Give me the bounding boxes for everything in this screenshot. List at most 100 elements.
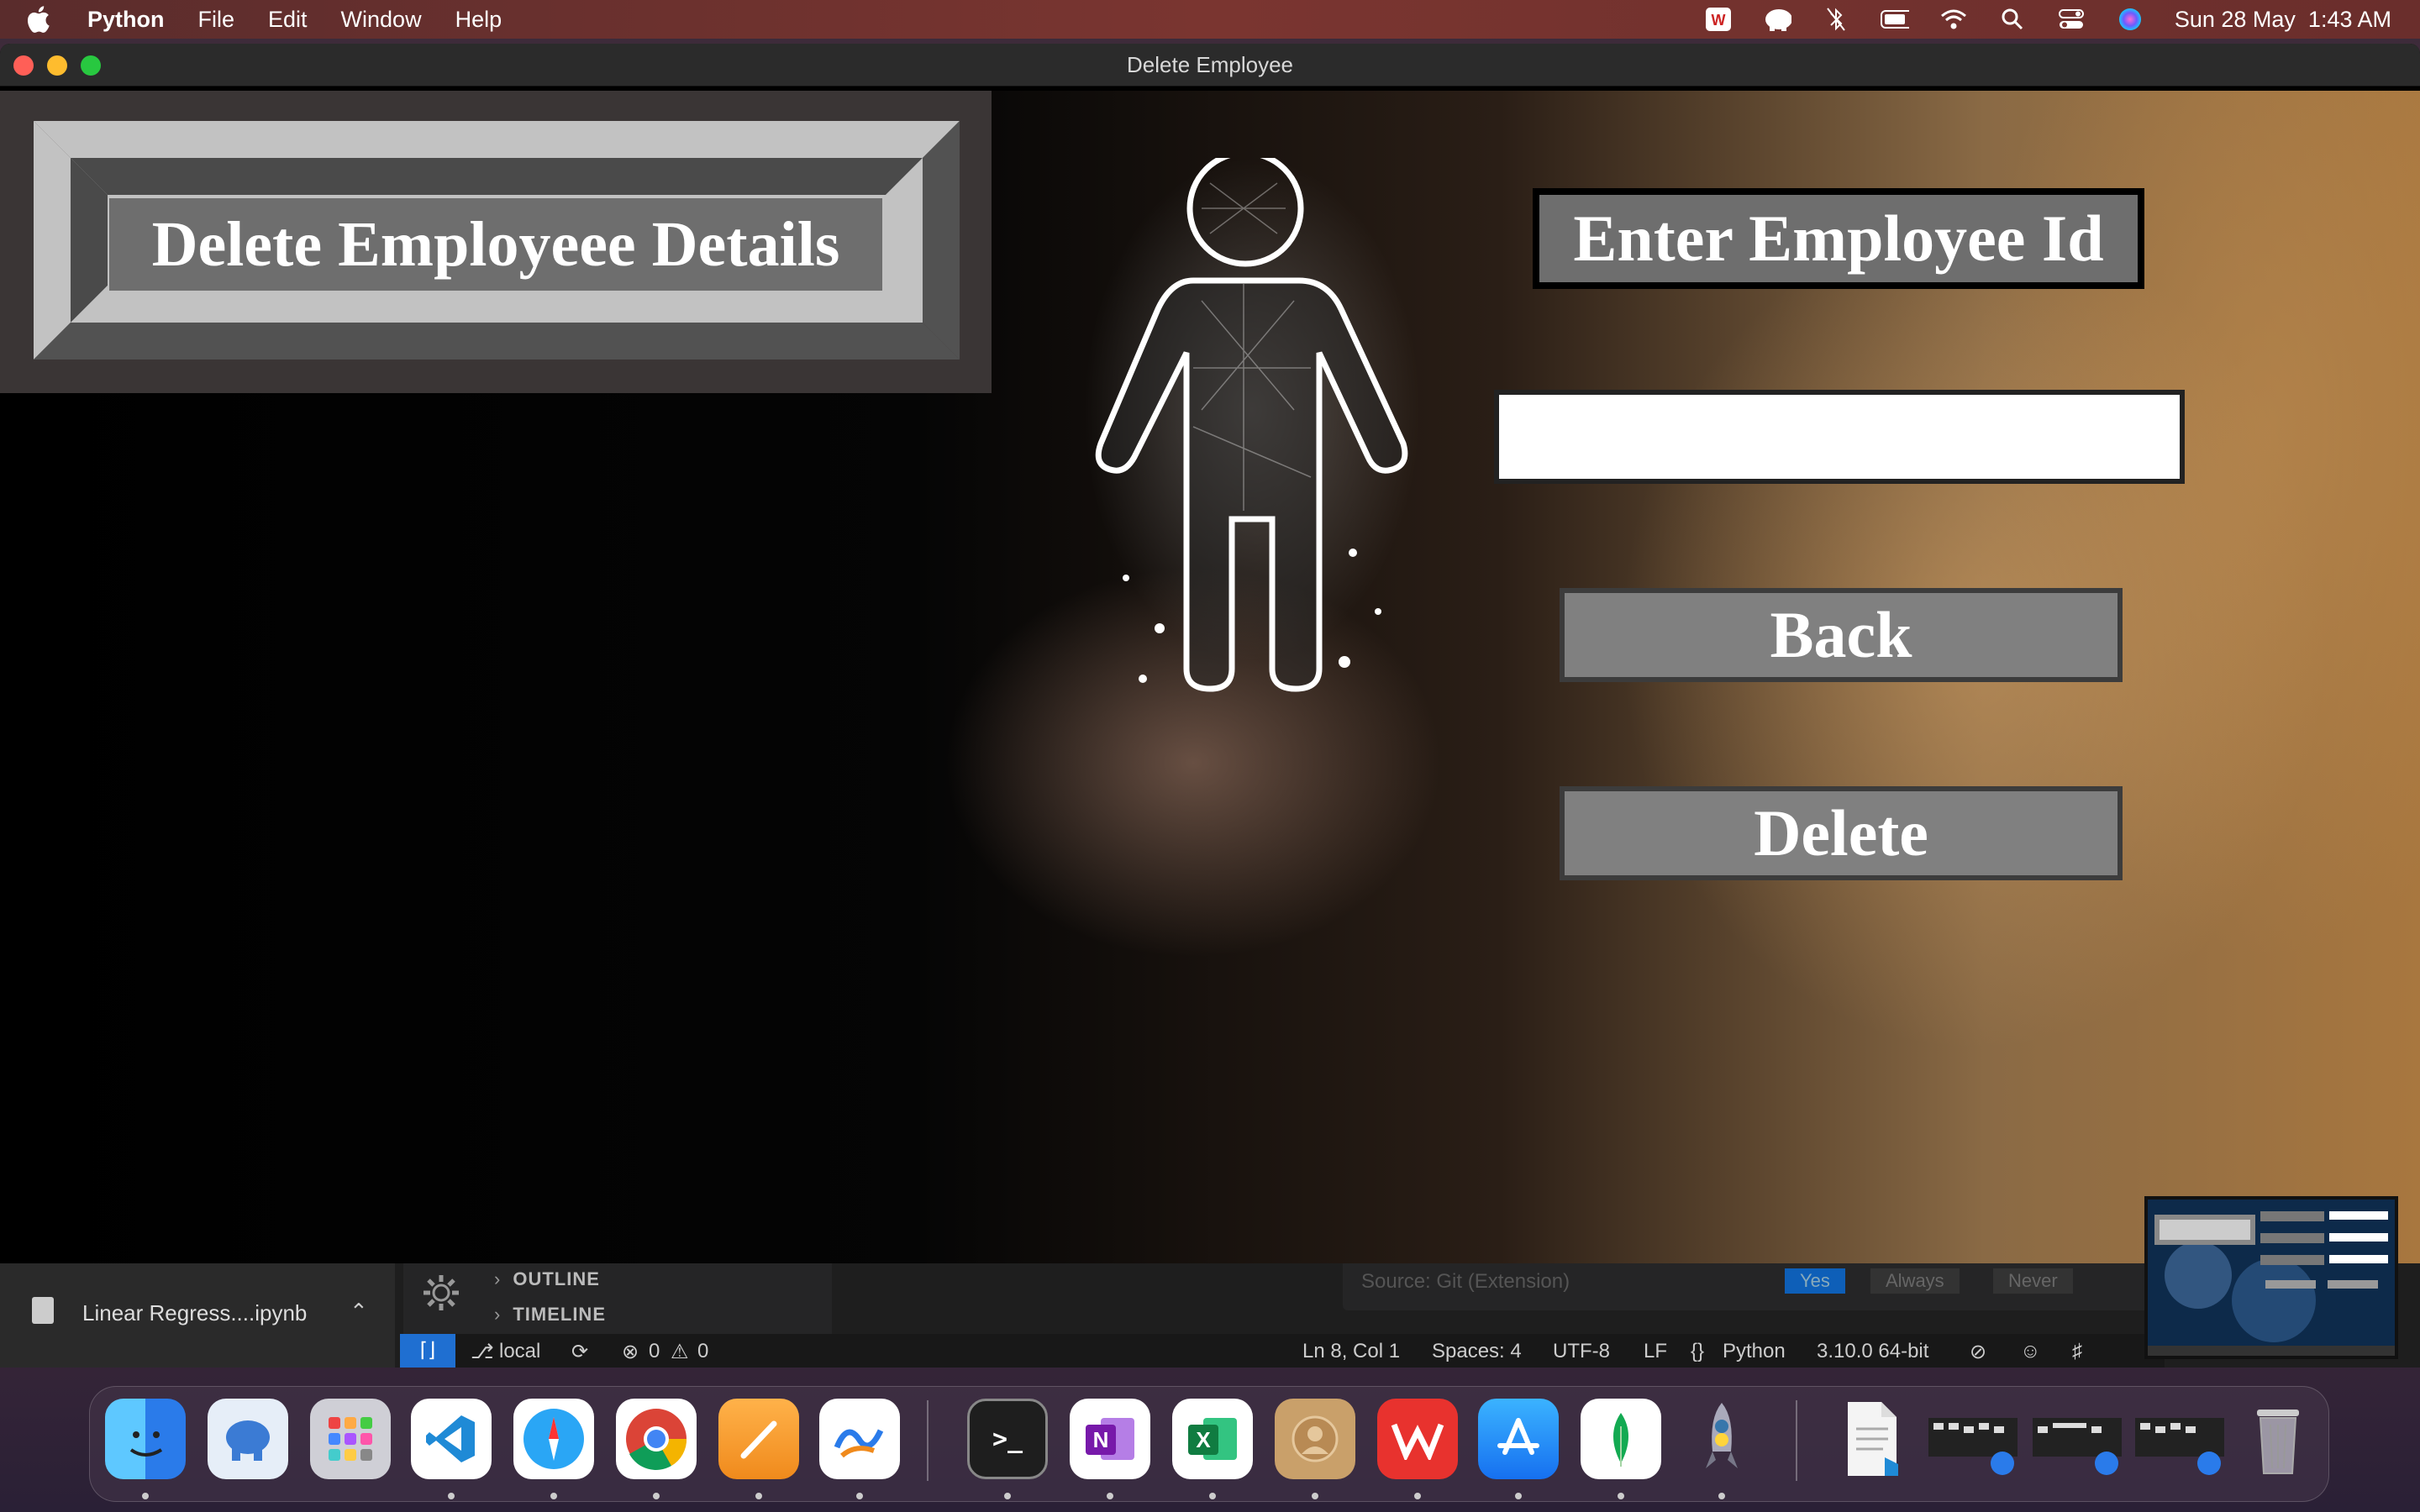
contacts-icon[interactable] xyxy=(1275,1399,1355,1479)
indent-spaces[interactable]: Spaces: 4 xyxy=(1432,1340,1522,1363)
window-preview-thumbnail[interactable] xyxy=(2144,1196,2398,1359)
running-indicator xyxy=(856,1493,863,1499)
svg-text:N: N xyxy=(1093,1427,1109,1452)
running-indicator xyxy=(448,1493,455,1499)
onenote-icon[interactable]: N xyxy=(1070,1399,1150,1479)
branch-icon[interactable]: ⎇ xyxy=(471,1340,494,1364)
zoom-window-button[interactable] xyxy=(81,55,101,76)
python-launcher-icon[interactable] xyxy=(1681,1399,1762,1479)
freeform-icon[interactable] xyxy=(819,1399,900,1479)
language-mode[interactable]: Python xyxy=(1723,1340,1786,1363)
window-titlebar: Delete Employee xyxy=(0,44,2420,87)
launchpad-icon[interactable] xyxy=(310,1399,391,1479)
braces-icon: {} xyxy=(1691,1340,1705,1362)
excel-icon[interactable]: X xyxy=(1172,1399,1253,1479)
copilot-off-icon[interactable]: ⊘ xyxy=(1970,1340,1986,1364)
menu-file[interactable]: File xyxy=(198,7,235,33)
close-window-button[interactable] xyxy=(13,55,34,76)
file-icon xyxy=(32,1297,54,1324)
menu-edit[interactable]: Edit xyxy=(268,7,308,33)
window-thumb-3[interactable] xyxy=(2133,1399,2226,1479)
error-icon[interactable]: ⊗ xyxy=(622,1340,639,1364)
file-encoding[interactable]: UTF-8 xyxy=(1553,1340,1610,1363)
notifications-bell-icon[interactable]: ♯ xyxy=(2072,1340,2082,1363)
running-indicator xyxy=(755,1493,762,1499)
dock-separator xyxy=(1796,1400,1797,1481)
remote-indicator-icon[interactable]: ⌈⌋ xyxy=(400,1334,455,1368)
employee-id-input[interactable] xyxy=(1494,390,2185,484)
finder-icon[interactable] xyxy=(105,1399,186,1479)
page-title: Delete Employeee Details xyxy=(109,198,882,291)
dock-separator xyxy=(927,1400,929,1481)
back-button[interactable]: Back xyxy=(1560,588,2123,682)
vscode-background-window: Linear Regress....ipynb ⌃ › OUTLINE › TIME… xyxy=(0,1263,2420,1368)
status-bar: ⌈⌋ ⎇ local ⟳ ⊗ 0 ⚠ 0 Ln 8, Col 1 Spaces:… xyxy=(400,1334,2165,1368)
feedback-icon[interactable]: ☺ xyxy=(2020,1340,2041,1363)
chrome-icon[interactable] xyxy=(616,1399,697,1479)
cursor-position[interactable]: Ln 8, Col 1 xyxy=(1302,1340,1400,1363)
notification-yes-button[interactable]: Yes xyxy=(1785,1268,1845,1294)
branch-name[interactable]: local xyxy=(499,1340,540,1363)
running-indicator xyxy=(550,1493,557,1499)
window-title: Delete Employee xyxy=(1127,52,1293,77)
warning-count[interactable]: 0 xyxy=(697,1340,708,1363)
running-indicator xyxy=(1618,1493,1624,1499)
notification-always-button[interactable]: Always xyxy=(1870,1268,1960,1294)
timeline-section[interactable]: › TIMELINE xyxy=(494,1304,606,1326)
running-indicator xyxy=(1718,1493,1725,1499)
notification-never-button[interactable]: Never xyxy=(1993,1268,2073,1294)
siri-icon[interactable] xyxy=(2116,7,2144,32)
header-panel: Delete Employeee Details xyxy=(0,91,992,393)
mongodb-icon[interactable] xyxy=(1581,1399,1661,1479)
wps-office-icon[interactable] xyxy=(1377,1399,1458,1479)
chevron-right-icon: › xyxy=(494,1304,502,1325)
bluetooth-off-icon[interactable] xyxy=(1822,7,1850,32)
person-figure-illustration xyxy=(1084,158,1420,692)
battery-icon[interactable] xyxy=(1880,7,1909,32)
svg-text:X: X xyxy=(1196,1427,1211,1452)
minimize-window-button[interactable] xyxy=(47,55,67,76)
chevron-up-icon[interactable]: ⌃ xyxy=(350,1299,368,1325)
menu-app-name[interactable]: Python xyxy=(87,7,165,33)
running-indicator xyxy=(1312,1493,1318,1499)
trash-icon[interactable] xyxy=(2238,1399,2318,1479)
menu-help[interactable]: Help xyxy=(455,7,502,33)
pages-icon[interactable] xyxy=(718,1399,799,1479)
wifi-icon[interactable] xyxy=(1939,7,1968,32)
app-store-icon[interactable] xyxy=(1478,1399,1559,1479)
explorer-panel: › OUTLINE › TIMELINE xyxy=(403,1263,832,1337)
outline-section[interactable]: › OUTLINE xyxy=(494,1268,600,1290)
tableplus-elephant-icon[interactable] xyxy=(1763,7,1791,32)
menubar-datetime[interactable]: Sun 28 May 1:43 AM xyxy=(2175,7,2391,33)
apple-icon[interactable] xyxy=(25,5,59,34)
window-thumb-2[interactable] xyxy=(2031,1399,2123,1479)
tableplus-icon[interactable] xyxy=(208,1399,288,1479)
safari-icon[interactable] xyxy=(513,1399,594,1479)
document-icon[interactable] xyxy=(1833,1399,1913,1479)
svg-text:W: W xyxy=(1711,12,1725,29)
warning-icon[interactable]: ⚠ xyxy=(671,1340,689,1364)
line-ending[interactable]: LF xyxy=(1644,1340,1667,1363)
terminal-icon[interactable]: >_ xyxy=(967,1399,1048,1479)
running-indicator xyxy=(653,1493,660,1499)
gear-icon[interactable] xyxy=(420,1272,462,1318)
form-canvas: Delete Employeee Details Enter Employee … xyxy=(0,91,2420,1263)
chevron-right-icon: › xyxy=(494,1268,502,1289)
python-interpreter[interactable]: 3.10.0 64-bit xyxy=(1817,1340,1928,1363)
running-indicator xyxy=(1107,1493,1113,1499)
dock: >_ N X xyxy=(89,1386,2329,1502)
employee-id-label: Enter Employee Id xyxy=(1533,188,2144,289)
control-center-icon[interactable] xyxy=(2057,7,2086,32)
window-thumb-1[interactable] xyxy=(1927,1399,2019,1479)
file-name: Linear Regress....ipynb xyxy=(82,1300,308,1326)
sync-icon[interactable]: ⟳ xyxy=(571,1340,588,1364)
running-indicator xyxy=(1004,1493,1011,1499)
menu-window[interactable]: Window xyxy=(341,7,422,33)
delete-button[interactable]: Delete xyxy=(1560,786,2123,880)
spotlight-search-icon[interactable] xyxy=(1998,7,2027,32)
download-file-item[interactable]: Linear Regress....ipynb ⌃ xyxy=(0,1263,395,1368)
vscode-icon[interactable] xyxy=(411,1399,492,1479)
git-notification: Source: Git (Extension) Yes Always Never xyxy=(1343,1263,2158,1310)
error-count[interactable]: 0 xyxy=(649,1340,660,1363)
wps-icon[interactable]: W xyxy=(1704,7,1733,32)
